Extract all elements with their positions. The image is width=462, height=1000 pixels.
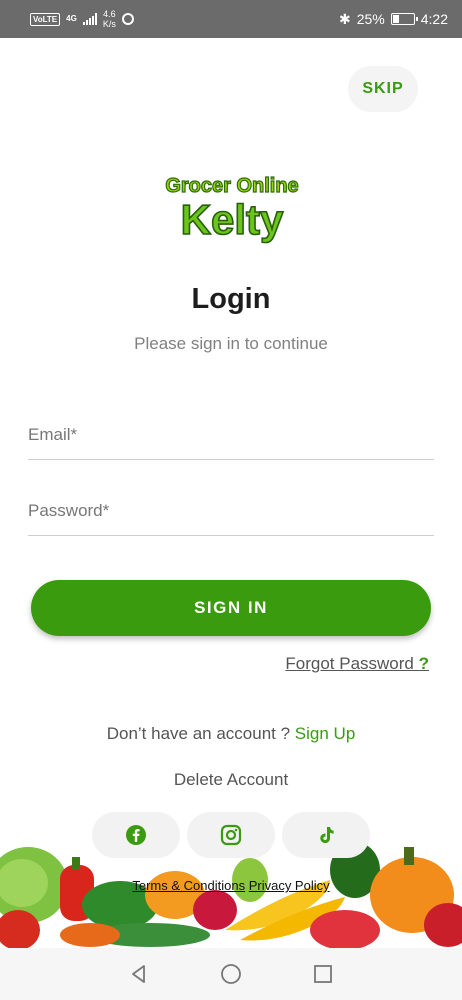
page-title: Login — [191, 283, 271, 315]
back-icon[interactable] — [128, 963, 150, 985]
email-input[interactable] — [28, 410, 434, 459]
signup-row: Don’t have an account ? Sign Up — [0, 724, 462, 744]
instagram-icon — [220, 824, 242, 846]
system-nav-bar — [0, 948, 462, 1000]
status-left: VoLTE 4G 4.6 K/s — [30, 9, 134, 29]
clock: 4:22 — [420, 11, 448, 27]
home-icon[interactable] — [220, 963, 242, 985]
privacy-link[interactable]: Privacy Policy — [249, 878, 330, 893]
status-bar: VoLTE 4G 4.6 K/s ✱ 25% 4:22 — [0, 0, 462, 38]
battery-icon — [390, 13, 418, 25]
forgot-password-mark: ? — [418, 654, 429, 673]
password-field[interactable] — [28, 486, 434, 536]
forgot-password-text: Forgot Password — [285, 654, 419, 673]
alarm-icon — [121, 13, 134, 25]
signal-icon — [82, 13, 97, 25]
password-input[interactable] — [28, 486, 434, 535]
facebook-button[interactable] — [92, 812, 180, 858]
speed-value: 4.6 — [103, 9, 116, 19]
volte-badge: VoLTE — [30, 12, 61, 26]
legal-links: Terms & Conditions Privacy Policy — [0, 878, 462, 893]
svg-text:Grocer Online: Grocer Online — [165, 175, 298, 197]
page-subtitle: Please sign in to continue — [134, 334, 328, 353]
network-speed: 4.6 K/s — [103, 9, 116, 29]
skip-button[interactable]: SKIP — [348, 66, 418, 112]
terms-link[interactable]: Terms & Conditions — [132, 878, 245, 893]
status-right: ✱ 25% 4:22 — [339, 11, 448, 28]
sign-up-link[interactable]: Sign Up — [295, 724, 355, 743]
facebook-icon — [126, 825, 146, 845]
tiktok-icon — [320, 827, 334, 843]
email-field[interactable] — [28, 410, 434, 460]
sign-in-button[interactable]: SIGN IN — [31, 580, 431, 636]
network-type: 4G — [66, 14, 77, 23]
signup-prompt: Don’t have an account ? — [106, 724, 295, 743]
svg-text:Kelty: Kelty — [181, 196, 284, 243]
instagram-button[interactable] — [187, 812, 275, 858]
forgot-password-link[interactable]: Forgot Password ? — [285, 654, 429, 674]
bluetooth-icon: ✱ — [338, 10, 351, 27]
battery-percent: 25% — [356, 11, 385, 27]
speed-unit: K/s — [102, 19, 116, 29]
grocer-online-kelty-logo: Grocer Online Kelty — [165, 174, 300, 243]
tiktok-button[interactable] — [282, 812, 370, 858]
recents-icon[interactable] — [312, 963, 334, 985]
delete-account-link[interactable]: Delete Account — [0, 770, 462, 790]
